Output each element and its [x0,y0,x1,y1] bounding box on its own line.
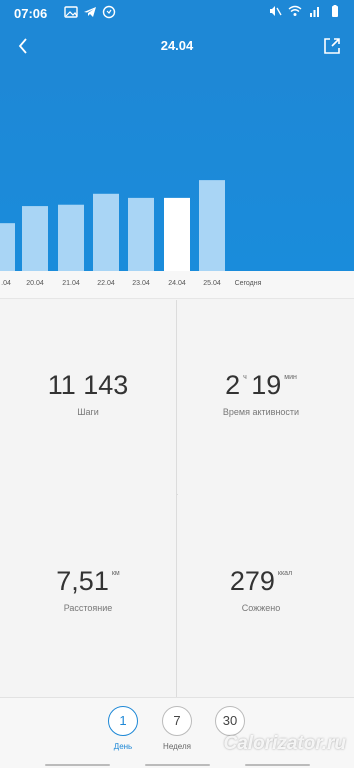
steps-value: 11 143 [47,370,129,400]
x-tick-label: 20.04 [26,280,44,287]
watermark: Calorizator.ru [223,733,346,754]
distance-value: 7,51 [56,566,109,596]
signal-icon [310,7,319,17]
steps-chart-svg [0,180,225,271]
chart-bar--04[interactable] [0,223,15,271]
burned-unit: ккал [277,570,293,577]
active-time-card[interactable]: 2ч 19 мин Время активности [178,300,354,497]
x-tick-label: .04 [1,280,11,287]
x-tick-label: 25.04 [203,280,221,287]
distance-unit: км [111,570,120,577]
nav-recent[interactable] [45,764,110,766]
page-title: 24.04 [160,38,194,53]
chart-bar-25-04[interactable] [199,180,225,271]
active-hours-value: 2 [225,370,241,400]
app-header: 24.04 [0,26,354,66]
nav-back[interactable] [245,764,310,766]
gallery-icon [64,6,78,18]
period-month-button[interactable]: 30 [215,706,245,736]
grid-divider-vertical [176,300,177,697]
x-tick-label: 21.04 [62,280,80,287]
chart-bar-21-04[interactable] [58,204,84,271]
sync-icon [102,5,116,19]
chart-bar-24-04[interactable] [164,197,190,271]
status-left-icons [64,5,116,19]
mute-icon [270,6,282,16]
wifi-icon [288,5,302,16]
burned-label: Сожжено [241,603,281,613]
x-tick-label: 24.04 [168,280,186,287]
active-minutes-value: 19 [251,370,282,400]
x-tick-label: 23.04 [132,280,150,287]
steps-chart[interactable] [0,66,354,271]
burned-value: 279 [229,566,275,596]
share-icon[interactable] [320,34,344,58]
active-hours-unit: ч [243,374,247,381]
chart-bar-20-04[interactable] [22,206,48,271]
distance-card[interactable]: 7,51 км Расстояние [0,496,176,693]
period-week-button[interactable]: 7 [162,706,192,736]
period-week-label: Неделя [163,742,191,751]
nav-home[interactable] [145,764,210,766]
active-minutes-unit: мин [284,374,297,381]
telegram-icon [84,7,96,17]
x-tick-label: 22.04 [97,280,115,287]
steps-label: Шаги [77,407,99,417]
period-day-label: День [113,742,133,751]
battery-icon [332,5,338,17]
chart-bar-23-04[interactable] [128,197,154,271]
period-selector: 1 День 7 Неделя 30 Calorizator.ru [0,697,354,768]
distance-label: Расстояние [63,603,113,613]
active-time-label: Время активности [222,407,300,417]
status-bar: 07:06 [0,0,354,26]
system-nav-bar [0,760,354,768]
period-day-button[interactable]: 1 [108,706,138,736]
chart-x-axis: .04 20.04 21.04 22.04 23.04 24.04 25.04 Сегодня [0,271,354,299]
status-time: 07:06 [14,6,48,21]
status-right-icons [268,4,342,18]
chart-bar-22-04[interactable] [93,193,119,271]
x-tick-label: Сегодня [234,280,262,287]
burned-card[interactable]: 279 ккал Сожжено [178,496,354,693]
steps-card[interactable]: 11 143 Шаги [0,300,176,497]
metrics-grid: 11 143 Шаги 2ч 19 мин Время активности 7,… [0,300,354,697]
